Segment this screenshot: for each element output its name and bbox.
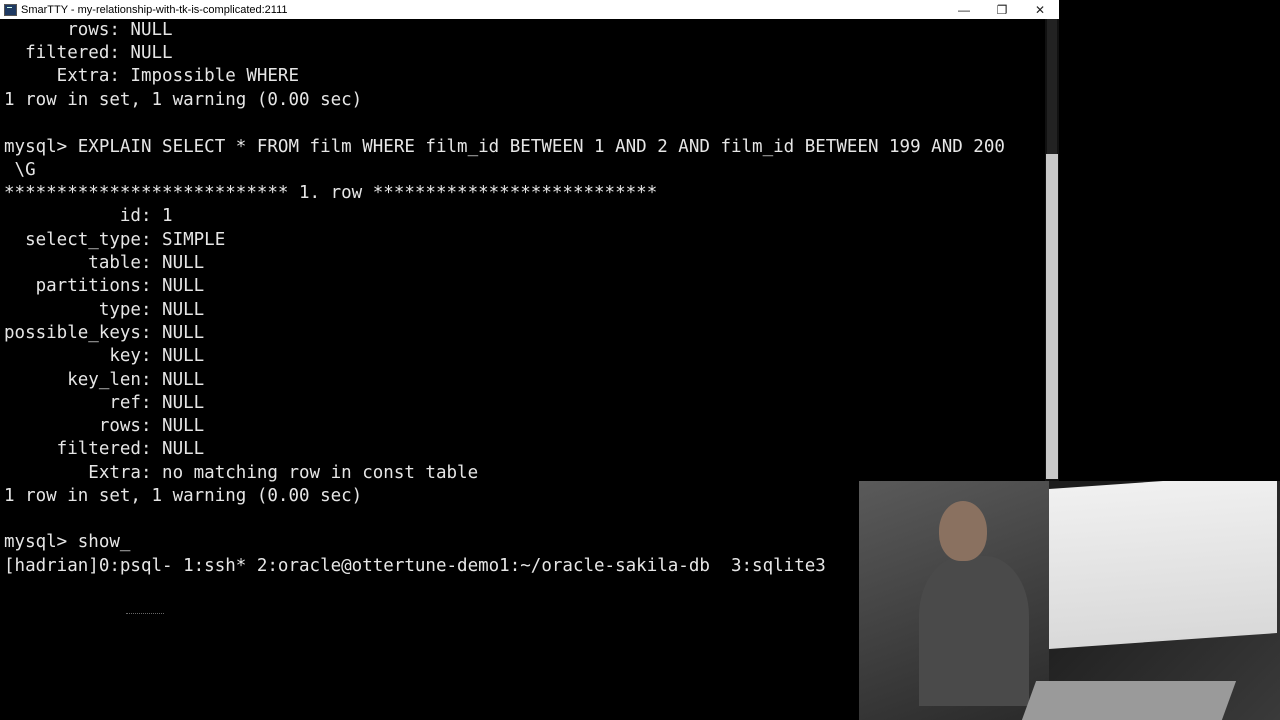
title-bar[interactable]: SmarTTY - my-relationship-with-tk-is-com… <box>0 0 1059 19</box>
mysql-prompt-line[interactable]: mysql> show_ <box>4 531 130 554</box>
terminal-line: key: NULL <box>4 346 205 366</box>
window-controls: — ❐ ✕ <box>945 0 1059 19</box>
terminal-line: filtered: NULL <box>4 43 173 63</box>
terminal-line: ref: NULL <box>4 393 205 413</box>
close-button[interactable]: ✕ <box>1021 0 1059 19</box>
window-title: SmarTTY - my-relationship-with-tk-is-com… <box>21 3 288 16</box>
terminal-line: type: NULL <box>4 300 205 320</box>
terminal-line: select_type: SIMPLE <box>4 230 226 250</box>
terminal-line: partitions: NULL <box>4 276 205 296</box>
terminal-line: key_len: NULL <box>4 370 205 390</box>
maximize-button[interactable]: ❐ <box>983 0 1021 19</box>
webcam-presenter <box>919 501 1029 706</box>
presenter-head <box>939 501 987 561</box>
terminal-line: id: 1 <box>4 206 173 226</box>
terminal-line: rows: NULL <box>4 20 173 40</box>
terminal-line: \G <box>4 160 36 180</box>
webcam-laptop <box>1021 681 1237 720</box>
presenter-body <box>919 556 1029 706</box>
minimize-button[interactable]: — <box>945 0 983 19</box>
terminal-line: *************************** 1. row *****… <box>4 183 658 203</box>
webcam-projection-screen <box>1049 481 1277 649</box>
smartty-app-icon <box>4 3 17 16</box>
terminal-line: table: NULL <box>4 253 205 273</box>
terminal-line: Extra: no matching row in const table <box>4 463 479 483</box>
terminal-line: filtered: NULL <box>4 439 205 459</box>
terminal-line: Extra: Impossible WHERE <box>4 66 300 86</box>
scrollbar-thumb[interactable] <box>1046 154 1058 479</box>
cursor-underline <box>126 613 164 614</box>
terminal-line: 1 row in set, 1 warning (0.00 sec) <box>4 90 363 110</box>
presenter-webcam-overlay <box>859 481 1280 720</box>
terminal-line: possible_keys: NULL <box>4 323 205 343</box>
terminal-line: 1 row in set, 1 warning (0.00 sec) <box>4 486 363 506</box>
terminal-line: rows: NULL <box>4 416 205 436</box>
terminal-line: mysql> EXPLAIN SELECT * FROM film WHERE … <box>4 137 1005 157</box>
tmux-status-bar: [hadrian]0:psql- 1:ssh* 2:oracle@ottertu… <box>4 556 826 576</box>
